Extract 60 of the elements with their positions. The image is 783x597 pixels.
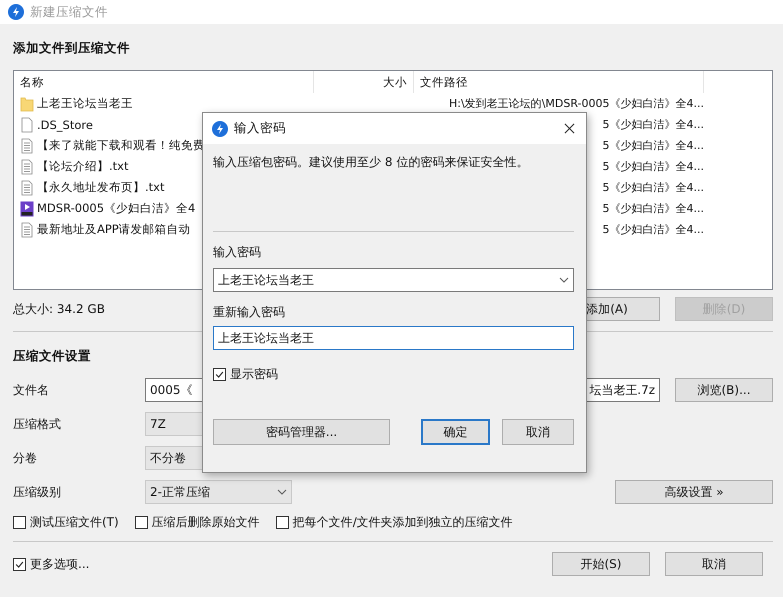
file-name: 【永久地址发布页】.txt <box>37 180 164 195</box>
checkbox-label: 显示密码 <box>230 366 278 383</box>
file-name: MDSR-0005《少妇白洁》全4 <box>37 201 196 216</box>
checkbox[interactable] <box>13 558 26 570</box>
caret-icon <box>559 277 569 283</box>
folder-icon <box>20 96 34 112</box>
window-title: 新建压缩文件 <box>30 4 108 20</box>
checkbox-label: 压缩后删除原始文件 <box>152 514 260 531</box>
file-icon <box>20 116 34 132</box>
advanced-settings-button[interactable]: 高级设置 » <box>615 480 773 504</box>
checkbox-label: 把每个文件/文件夹添加到独立的压缩文件 <box>292 514 513 531</box>
app-logo-icon <box>8 4 24 20</box>
file-path: 5《少妇白洁》全4... <box>602 181 704 194</box>
section-heading: 压缩文件设置 <box>13 348 92 365</box>
browse-button[interactable]: 浏览(B)... <box>675 378 773 402</box>
column-header[interactable]: 文件路径 <box>414 71 704 93</box>
checkbox[interactable] <box>134 516 148 529</box>
file-path: 5《少妇白洁》全4... <box>602 139 704 152</box>
field-label: 压缩级别 <box>13 484 62 500</box>
confirm-password-field[interactable]: 上老王论坛当老王 <box>213 326 574 350</box>
file-name: 最新地址及APP请发邮箱自动 <box>37 222 191 237</box>
field-label: 压缩格式 <box>13 416 62 432</box>
file-path: 5《少妇白洁》全4... <box>602 118 704 131</box>
field-label: 输入密码 <box>213 244 262 260</box>
checkbox-label: 测试压缩文件(T) <box>30 514 119 531</box>
text-file-icon <box>20 138 34 154</box>
checkbox[interactable] <box>13 516 26 529</box>
password-combobox[interactable]: 上老王论坛当老王 <box>213 268 574 292</box>
text-file-icon <box>20 222 34 238</box>
dialog-title: 输入密码 <box>234 120 286 137</box>
file-path: H:\发到老王论坛的\MDSR-0005《少妇白洁》全4... <box>449 97 704 110</box>
ok-button[interactable]: 确定 <box>421 419 490 445</box>
file-path: 5《少妇白洁》全4... <box>602 160 704 173</box>
file-path: 5《少妇白洁》全4... <box>602 223 704 236</box>
cancel-button[interactable]: 取消 <box>502 419 574 445</box>
text-file-icon <box>20 180 34 196</box>
file-name: .DS_Store <box>37 118 93 132</box>
level-dropdown[interactable]: 2-正常压缩 <box>145 480 292 504</box>
close-icon[interactable] <box>564 123 575 134</box>
column-header[interactable]: 名称 <box>14 71 314 93</box>
checkbox-label: 更多选项... <box>30 556 90 572</box>
field-label: 文件名 <box>13 382 50 398</box>
footer-button[interactable]: 取消 <box>665 552 763 576</box>
text-file-icon <box>20 158 34 174</box>
caret-icon <box>277 489 287 495</box>
app-logo-icon <box>212 120 228 136</box>
video-file-icon <box>20 200 34 216</box>
total-size: 总大小: 34.2 GB <box>13 300 105 318</box>
section-heading: 添加文件到压缩文件 <box>13 40 131 57</box>
dialog-description: 输入压缩包密码。建议使用至少 8 位的密码来保证安全性。 <box>213 154 530 171</box>
field-label: 重新输入密码 <box>213 304 286 320</box>
footer-button[interactable]: 开始(S) <box>552 552 650 576</box>
checkbox[interactable] <box>276 516 289 529</box>
column-header[interactable]: 大小 <box>314 71 414 93</box>
field-label: 分卷 <box>13 450 38 466</box>
file-name: 【论坛介绍】.txt <box>37 159 128 174</box>
file-name: 上老王论坛当老王 <box>37 96 133 111</box>
file-path: 5《少妇白洁》全4... <box>602 202 704 215</box>
checkbox[interactable] <box>213 368 226 381</box>
password-manager-button[interactable]: 密码管理器... <box>213 419 390 445</box>
